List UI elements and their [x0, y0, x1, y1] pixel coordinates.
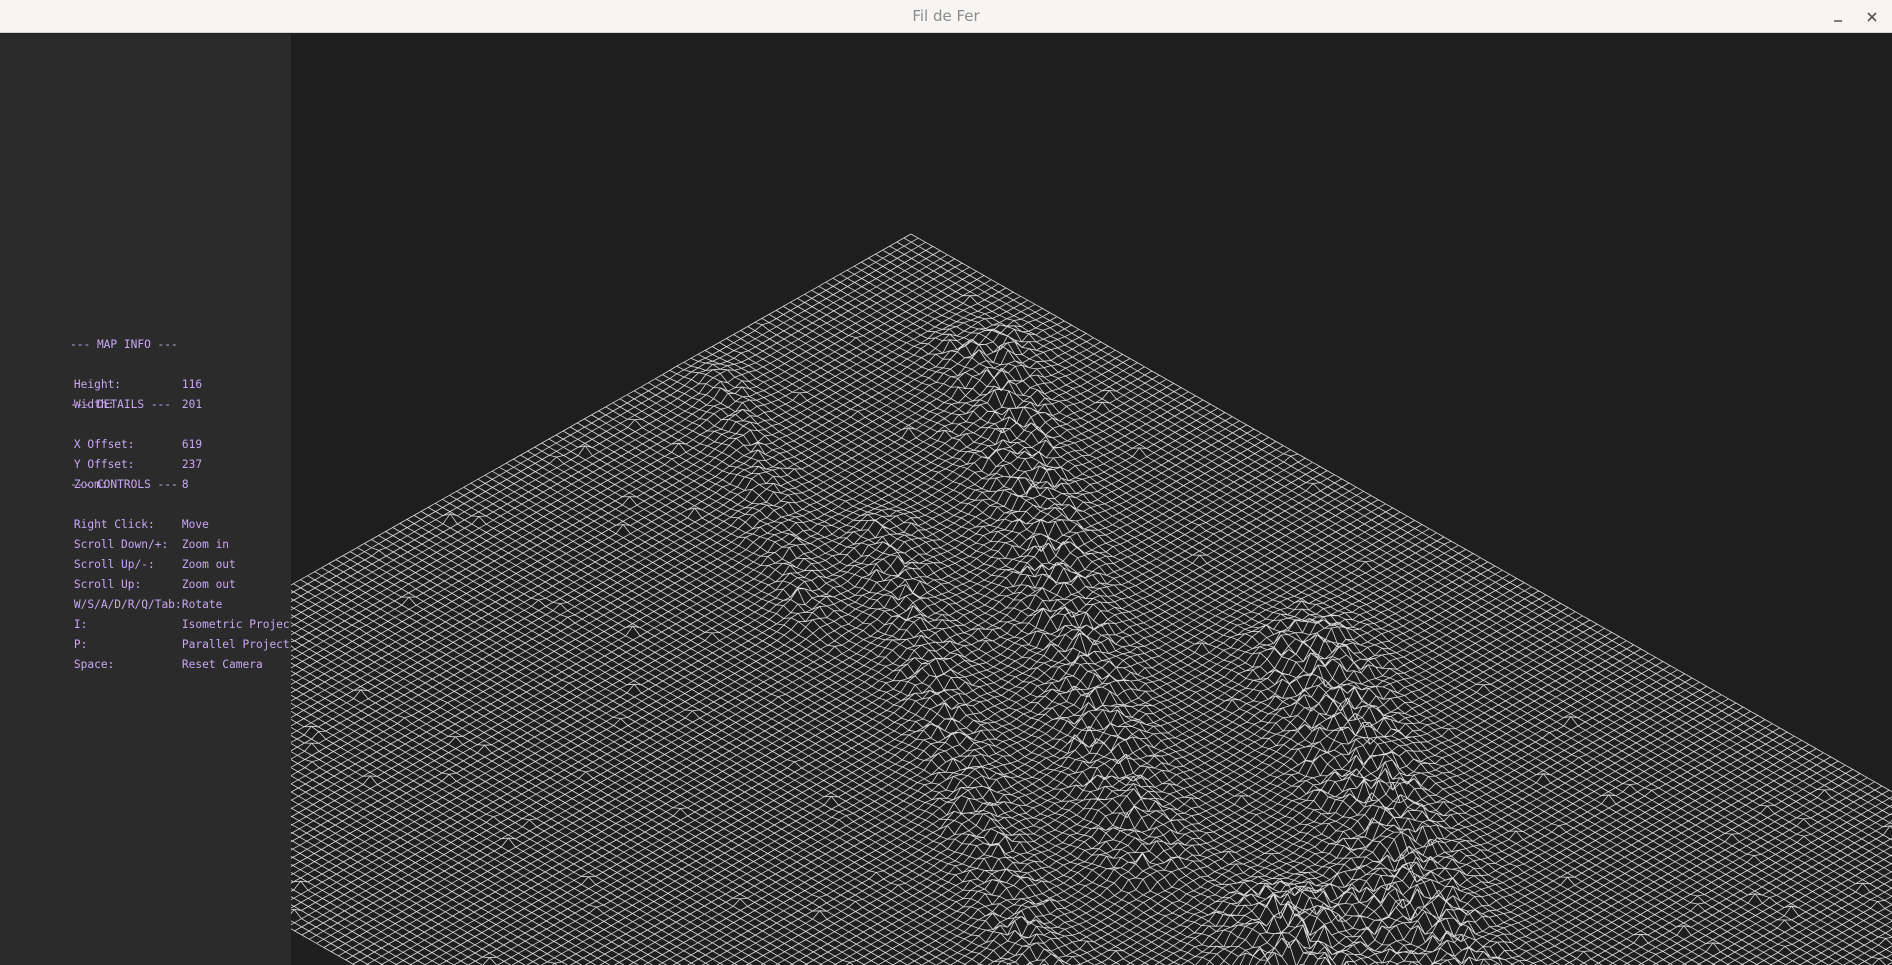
close-button[interactable]	[1860, 5, 1884, 29]
width-row: Width: 201	[20, 375, 317, 411]
height-row: Height: 116	[20, 355, 317, 391]
control-row-isometric: I: Isometric Projection	[20, 595, 317, 631]
x-offset-row: X Offset: 619	[20, 415, 317, 451]
info-panel: --- MAP INFO --- Height: 116 Width: 201 --…	[20, 335, 317, 671]
details-heading: --- DETAILS ---	[70, 398, 172, 411]
info-sidebar: --- MAP INFO --- Height: 116 Width: 201 --…	[0, 34, 317, 965]
controls-heading: --- CONTROLS ---	[70, 478, 178, 491]
control-action: Reset Camera	[181, 658, 263, 671]
wireframe-lines	[291, 233, 1892, 965]
window-title: Fil de Fer	[912, 7, 980, 25]
close-icon	[1867, 12, 1877, 22]
control-row-parallel: P: Parallel Projection	[20, 615, 317, 651]
zoom-row: Zoom: 8	[20, 455, 317, 491]
control-key: Space:	[73, 658, 115, 671]
control-row-right-click: Right Click: Move	[20, 495, 317, 531]
control-row-reset: Space: Reset Camera	[20, 635, 317, 671]
minimize-icon	[1834, 20, 1842, 22]
control-row-scroll-down: Scroll Down/+: Zoom in	[20, 515, 317, 551]
title-bar[interactable]: Fil de Fer	[0, 0, 1892, 33]
map-info-heading: --- MAP INFO ---	[70, 338, 178, 351]
render-viewport[interactable]	[291, 34, 1892, 965]
app-window: Fil de Fer --- MAP INFO --- Height: 116 W…	[0, 0, 1892, 965]
control-row-rotate: W/S/A/D/R/Q/Tab:Rotate	[20, 575, 317, 611]
wireframe-terrain-mesh	[291, 233, 1892, 965]
control-row-scroll-up: Scroll Up: Zoom out	[20, 555, 317, 591]
y-offset-row: Y Offset: 237	[20, 435, 317, 471]
minimize-button[interactable]	[1826, 5, 1850, 29]
control-row-scroll-up-minus: Scroll Up/-: Zoom out	[20, 535, 317, 571]
